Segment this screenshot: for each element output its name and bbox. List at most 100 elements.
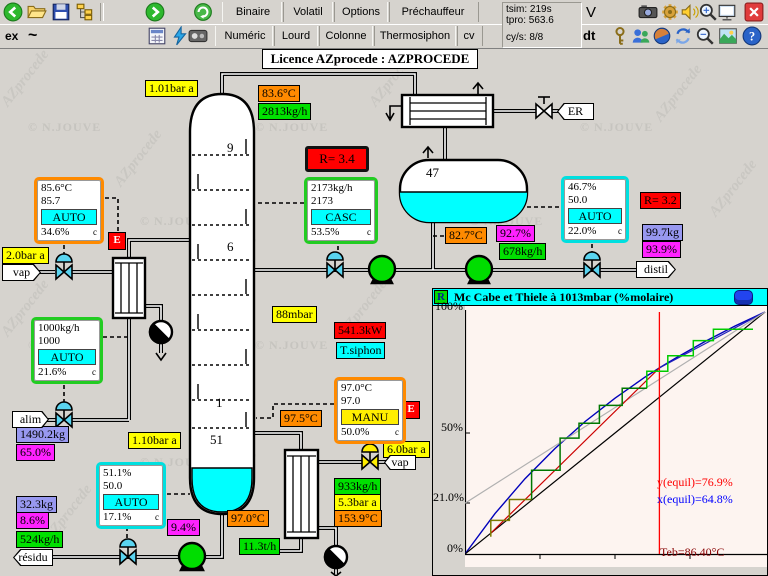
menu-prechauffeur[interactable]: Préchauffeur (387, 2, 479, 22)
drum-vent-icon (423, 147, 433, 158)
teb-annotation: Teb=86.40°C (660, 545, 724, 560)
save-icon[interactable] (51, 2, 71, 22)
reflux-flow-controller[interactable]: 2173kg/h 2173 CASC 53.5%c (304, 177, 378, 244)
sync-icon[interactable] (673, 26, 693, 46)
output: 53.5%c (311, 226, 371, 239)
chart-titlebar[interactable]: R Mc Cabe et Thiele à 1013mbar (%molaire… (433, 289, 767, 306)
series-stripping-operating-line (491, 368, 660, 533)
refresh-globe-icon[interactable] (193, 2, 213, 22)
gear-icon[interactable] (660, 2, 680, 22)
zoom-in-icon[interactable] (698, 2, 718, 22)
drum-level-controller[interactable]: 46.7% 50.0 AUTO 22.0%c (561, 176, 629, 243)
mode-badge[interactable]: CASC (311, 209, 371, 225)
reboiler-duty-label: 541.3kW (334, 322, 386, 339)
zoom-out-icon[interactable] (695, 26, 715, 46)
minimize-button[interactable] (734, 290, 753, 305)
menu-volatil[interactable]: Volatil (281, 2, 335, 22)
users-icon[interactable] (631, 26, 651, 46)
distillate-pump[interactable] (466, 256, 492, 283)
output: 34.6%c (41, 226, 97, 239)
menu-cv[interactable]: cv (455, 26, 483, 46)
vap-left-valve[interactable] (56, 254, 72, 279)
thermosiphon-label[interactable]: T.siphon (336, 342, 385, 359)
sp: 85.7 (41, 195, 97, 208)
film-icon[interactable] (188, 26, 208, 46)
dt-label[interactable]: dt (583, 28, 595, 43)
presentation-icon[interactable] (717, 2, 737, 22)
reflux-ratio2-label[interactable]: R= 3.2 (640, 192, 681, 209)
v-label[interactable]: V (586, 4, 596, 21)
output: 50.0%c (341, 426, 399, 439)
image-icon[interactable] (718, 26, 738, 46)
menu-lourd[interactable]: Lourd (272, 26, 320, 46)
preheat-temp-controller[interactable]: 85.6°C 85.7 AUTO 34.6%c (34, 177, 104, 244)
reflux-pump[interactable] (369, 256, 395, 283)
help-icon[interactable]: ? (742, 26, 762, 46)
menu-options[interactable]: Options (332, 2, 390, 22)
mode-badge[interactable]: AUTO (38, 349, 96, 365)
y-axis-label: 100% (433, 299, 463, 314)
er-valve[interactable] (536, 97, 552, 118)
reboiler-temp-controller[interactable]: 97.0°C 97.0 MANU 50.0%c (334, 377, 406, 444)
y-axis-label: 21.0% (433, 490, 463, 505)
temp-steam-label: 153.9°C (334, 510, 382, 527)
tag-vap-right[interactable]: vap (384, 455, 416, 470)
flow-reflux-label: 678kg/h (499, 243, 546, 260)
sump-level-controller[interactable]: 51.1% 50.0 AUTO 17.1%c (96, 462, 166, 529)
distil-valve[interactable] (584, 252, 600, 277)
distillation-column[interactable] (190, 94, 254, 514)
tag-er[interactable]: ER (557, 103, 594, 120)
residu-pump[interactable] (179, 543, 205, 570)
mode-badge[interactable]: MANU (341, 409, 399, 425)
preheater-condensate-pump[interactable] (150, 321, 172, 360)
tag-alim[interactable]: alim (12, 411, 49, 428)
calculator-icon[interactable] (147, 26, 167, 46)
menu-numeric[interactable]: Numéric (215, 26, 275, 46)
thermosiphon-reboiler[interactable] (285, 450, 318, 538)
output: 22.0%c (568, 225, 622, 238)
open-folder-icon[interactable] (27, 2, 47, 22)
toolbar: Binaire Volatil Options Préchauffeur tsi… (0, 0, 768, 49)
tag-distil[interactable]: distil (636, 261, 676, 278)
preheater-e-badge[interactable]: E (108, 232, 126, 250)
tree-view-icon[interactable] (75, 2, 95, 22)
reflux-valve[interactable] (327, 252, 343, 277)
forward-icon[interactable] (145, 2, 165, 22)
speaker-icon[interactable] (680, 2, 700, 22)
composition-drum-label: 92.7% (496, 225, 535, 242)
preheater-exchanger[interactable] (113, 258, 145, 318)
tag-residu[interactable]: résidu (13, 549, 53, 566)
reflux-ratio-label[interactable]: R= 3.4 (305, 146, 369, 172)
menu-binaire[interactable]: Binaire (222, 2, 284, 22)
pv: 1000kg/h (38, 322, 96, 335)
close-icon[interactable] (744, 2, 764, 22)
series-stairs-upper (647, 329, 753, 388)
lightning-icon[interactable] (170, 26, 190, 46)
tilde-label[interactable]: ~ (28, 27, 37, 45)
temp-top-label: 83.6°C (258, 85, 300, 102)
alim-valve[interactable] (56, 402, 72, 427)
pressure-steam2-label: 5.3bar a (334, 494, 381, 511)
feed-flow-controller[interactable]: 1000kg/h 1000 AUTO 21.6%c (31, 317, 103, 384)
mode-badge[interactable]: AUTO (103, 494, 159, 510)
browser-globe-icon[interactable] (652, 26, 672, 46)
residu-valve[interactable] (120, 539, 136, 564)
key-icon[interactable] (610, 26, 630, 46)
mode-badge[interactable]: AUTO (41, 209, 97, 225)
steam-valve[interactable] (362, 444, 378, 469)
menu-colonne[interactable]: Colonne (317, 26, 375, 46)
menu-thermosiphon[interactable]: Thermosiphon (372, 26, 458, 46)
pv: 46.7% (568, 181, 622, 194)
condenser[interactable] (386, 83, 493, 127)
mass-feed-label: 1490.2kg (16, 426, 69, 443)
pv: 85.6°C (41, 182, 97, 195)
simulation-status: tsim: 219s tpro: 563.6 cy/s: 8/8 (502, 2, 582, 48)
tag-vap-left[interactable]: vap (2, 264, 41, 281)
back-icon[interactable] (3, 2, 23, 22)
separator (100, 3, 104, 21)
reflux-drum[interactable] (400, 147, 527, 222)
camera-icon[interactable] (638, 2, 658, 22)
tray-number-top: 9 (227, 140, 234, 155)
ex-label[interactable]: ex (5, 29, 18, 43)
mode-badge[interactable]: AUTO (568, 208, 622, 224)
